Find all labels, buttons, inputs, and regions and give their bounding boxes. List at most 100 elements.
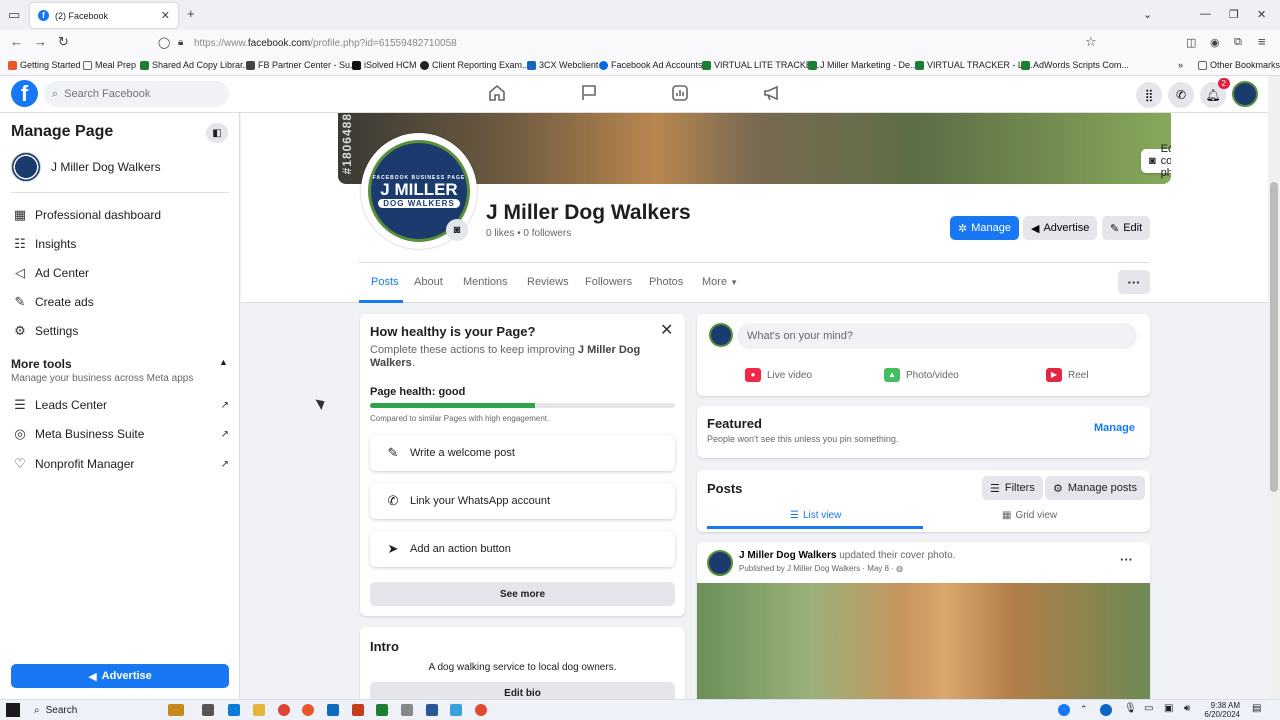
- tab-about[interactable]: About: [414, 276, 443, 288]
- search-box[interactable]: ⌕: [44, 81, 229, 107]
- microphone-icon[interactable]: 🎙︎: [1124, 703, 1137, 714]
- sidebar-collapse-icon[interactable]: ◧: [206, 123, 228, 143]
- reel-button[interactable]: ▶ Reel: [1046, 368, 1089, 382]
- bookmark-item[interactable]: Meal Prep: [83, 60, 136, 70]
- bookmark-item[interactable]: Getting Started: [8, 60, 81, 70]
- extensions-icon[interactable]: ⧉: [1234, 36, 1242, 49]
- tab-mentions[interactable]: Mentions: [463, 276, 508, 288]
- chrome-icon[interactable]: [278, 704, 290, 716]
- onedrive-icon[interactable]: [1100, 704, 1112, 716]
- see-more-button[interactable]: See more: [370, 582, 675, 606]
- bookmark-star-icon[interactable]: ☆: [1085, 34, 1097, 50]
- powerpoint-icon[interactable]: [352, 704, 364, 716]
- edge-icon[interactable]: [228, 704, 240, 716]
- tab-posts[interactable]: Posts: [371, 276, 399, 288]
- chevron-up-icon[interactable]: ⌃: [1080, 704, 1088, 715]
- start-icon[interactable]: [6, 703, 20, 717]
- tab-photos[interactable]: Photos: [649, 276, 683, 288]
- link-whatsapp-button[interactable]: ✆ Link your WhatsApp account: [370, 483, 675, 519]
- bookmark-item[interactable]: iSolved HCM: [352, 60, 417, 70]
- browser-tab-facebook[interactable]: f (2) Facebook ✕: [30, 3, 178, 28]
- pocket-icon[interactable]: ◫: [1186, 36, 1196, 49]
- sidebar-page-switcher[interactable]: J Miller Dog Walkers: [11, 152, 161, 182]
- bookmark-item[interactable]: Client Reporting Exam...: [420, 60, 530, 70]
- list-view-tab[interactable]: ☰ List view: [790, 510, 841, 521]
- edit-button[interactable]: ✎ Edit: [1102, 216, 1151, 240]
- tab-more[interactable]: More ▼: [702, 276, 738, 288]
- flag-icon[interactable]: [580, 84, 598, 105]
- camera-icon[interactable]: ◙: [446, 219, 468, 241]
- new-tab-icon[interactable]: +: [187, 6, 195, 21]
- bookmark-item[interactable]: Facebook Ad Accounts: [599, 60, 703, 70]
- close-window-icon[interactable]: ✕: [1257, 8, 1266, 21]
- tab-list-icon[interactable]: ▭: [8, 7, 20, 23]
- menu-icon[interactable]: ≡: [1258, 34, 1266, 49]
- post-options-icon[interactable]: ···: [1120, 552, 1133, 567]
- task-view-icon[interactable]: [202, 704, 214, 716]
- close-icon[interactable]: ✕: [660, 320, 673, 340]
- minimize-icon[interactable]: —: [1200, 8, 1211, 20]
- account-avatar[interactable]: [1232, 81, 1258, 107]
- sidebar-item-nonprofit-manager[interactable]: ♡ Nonprofit Manager ↗: [11, 456, 229, 472]
- megaphone-icon[interactable]: [763, 84, 781, 105]
- facebook-logo-icon[interactable]: f: [11, 80, 38, 107]
- live-video-button[interactable]: ● Live video: [745, 368, 812, 382]
- sidebar-item-leads-center[interactable]: ☰ Leads Center ↗: [11, 397, 229, 413]
- app-icon[interactable]: [401, 704, 413, 716]
- add-action-button[interactable]: ➤ Add an action button: [370, 531, 675, 567]
- word-icon[interactable]: [426, 704, 438, 716]
- sidebar-advertise-button[interactable]: ◀ Advertise: [11, 664, 229, 688]
- notifications-icon[interactable]: 🔔︎ 2: [1200, 78, 1230, 108]
- sidebar-item-create-ads[interactable]: ✎ Create ads: [11, 294, 229, 310]
- url-bar[interactable]: https://www. facebook.com/profile.php?id=…: [150, 32, 1110, 54]
- photo-video-button[interactable]: ▲ Photo/video: [884, 368, 959, 382]
- bookmark-item[interactable]: FB Partner Center - Su...: [246, 60, 358, 70]
- bookmark-item[interactable]: VIRTUAL LITE TRACKE...: [702, 60, 819, 70]
- sidebar-item-settings[interactable]: ⚙ Settings: [11, 323, 229, 339]
- volume-icon[interactable]: 🔊︎: [1184, 703, 1190, 714]
- bookmark-item[interactable]: AdWords Scripts Com...: [1021, 60, 1129, 70]
- app-icon[interactable]: [1058, 704, 1070, 716]
- bookmark-item[interactable]: 3CX Webclient: [527, 60, 598, 70]
- whats-on-your-mind-input[interactable]: What's on your mind?: [737, 323, 1137, 349]
- chevron-up-icon[interactable]: ▲: [219, 357, 228, 367]
- battery-icon[interactable]: ▭: [1144, 703, 1153, 714]
- sidebar-item-insights[interactable]: ☷ Insights: [11, 236, 229, 252]
- notification-center-icon[interactable]: ▤: [1252, 703, 1261, 714]
- featured-manage-link[interactable]: Manage: [1094, 422, 1135, 434]
- sidebar-item-ad-center[interactable]: ◁ Ad Center: [11, 265, 229, 281]
- restore-icon[interactable]: ❐: [1229, 8, 1239, 21]
- filters-button[interactable]: ☰ Filters: [982, 476, 1043, 500]
- bookmark-item[interactable]: VIRTUAL TRACKER - Li...: [915, 60, 1032, 70]
- advertise-button[interactable]: ◀ Advertise: [1023, 216, 1098, 240]
- reload-icon[interactable]: ↻: [58, 34, 69, 50]
- app-icon[interactable]: [450, 704, 462, 716]
- post-author[interactable]: J Miller Dog Walkers: [739, 550, 836, 561]
- sidebar-item-meta-business-suite[interactable]: ◎ Meta Business Suite ↗: [11, 426, 229, 442]
- list-all-tabs-icon[interactable]: ⌄: [1143, 8, 1152, 21]
- file-explorer-icon[interactable]: [253, 704, 265, 716]
- excel-icon[interactable]: [376, 704, 388, 716]
- forward-icon[interactable]: →: [34, 34, 47, 49]
- chrome-icon[interactable]: [475, 704, 487, 716]
- close-tab-icon[interactable]: ✕: [161, 9, 170, 22]
- back-icon[interactable]: ←: [10, 34, 23, 49]
- tab-followers[interactable]: Followers: [585, 276, 632, 288]
- dashboard-icon[interactable]: [671, 84, 689, 105]
- bookmark-item[interactable]: Shared Ad Copy Librar...: [140, 60, 250, 70]
- taskbar-clock[interactable]: 9:38 AM 6/20/2024: [1200, 701, 1240, 719]
- home-icon[interactable]: [488, 84, 506, 105]
- other-bookmarks[interactable]: Other Bookmarks: [1198, 60, 1280, 70]
- page-stats[interactable]: 0 likes • 0 followers: [486, 228, 571, 239]
- more-options-icon[interactable]: ···: [1118, 270, 1150, 294]
- sidebar-item-professional-dashboard[interactable]: ▦ Professional dashboard: [11, 207, 229, 223]
- search-input[interactable]: [64, 88, 215, 100]
- post-photo[interactable]: [697, 583, 1150, 699]
- firefox-icon[interactable]: [302, 704, 314, 716]
- outlook-icon[interactable]: [327, 704, 339, 716]
- edit-cover-photo-button[interactable]: ◙Edit cover photo: [1141, 143, 1171, 179]
- account-icon[interactable]: ◉: [1210, 36, 1220, 49]
- manage-posts-button[interactable]: ⚙ Manage posts: [1045, 476, 1145, 500]
- scroll-thumb[interactable]: [1270, 182, 1278, 492]
- briefcase-icon[interactable]: [168, 704, 184, 716]
